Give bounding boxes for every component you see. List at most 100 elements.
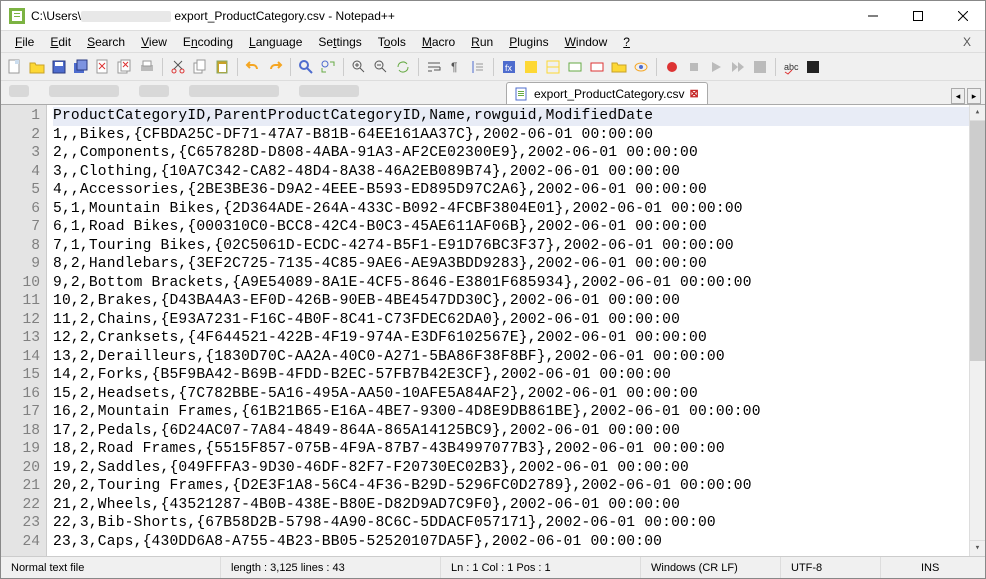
scroll-thumb[interactable] (970, 121, 985, 361)
code-line[interactable]: 22,3,Bib-Shorts,{67B58D2B-5798-4A90-8C6C… (53, 514, 969, 533)
tb-monitor-icon[interactable] (631, 57, 651, 77)
code-line[interactable]: 21,2,Wheels,{43521287-4B0B-438E-B80E-D82… (53, 496, 969, 515)
tb-comment-icon[interactable] (565, 57, 585, 77)
line-gutter: 123456789101112131415161718192021222324 (1, 105, 47, 556)
close-button[interactable] (940, 1, 985, 30)
status-syntax: Normal text file (1, 557, 221, 578)
code-line[interactable]: 14,2,Forks,{B5F9BA42-B69B-4FDD-B2EC-57FB… (53, 366, 969, 385)
status-encoding[interactable]: UTF-8 (781, 557, 881, 578)
menu-plugins[interactable]: Plugins (501, 33, 556, 51)
code-line[interactable]: 18,2,Road Frames,{5515F857-075B-4F9A-87B… (53, 440, 969, 459)
tb-cut-icon[interactable] (168, 57, 188, 77)
scroll-up-icon[interactable]: ▴ (970, 105, 985, 121)
tb-record-icon[interactable] (662, 57, 682, 77)
tb-play-icon[interactable] (706, 57, 726, 77)
code-line[interactable]: ProductCategoryID,ParentProductCategoryI… (53, 107, 969, 126)
code-line[interactable]: 13,2,Derailleurs,{1830D70C-AA2A-40C0-A27… (53, 348, 969, 367)
code-line[interactable]: 10,2,Brakes,{D43BA4A3-EF0D-426B-90EB-4BE… (53, 292, 969, 311)
code-line[interactable]: 15,2,Headsets,{7C782BBE-5A16-495A-AA50-1… (53, 385, 969, 404)
menu-view[interactable]: View (133, 33, 175, 51)
code-line[interactable]: 19,2,Saddles,{049FFFA3-9D30-46DF-82F7-F2… (53, 459, 969, 478)
tabbar: export_ProductCategory.csv ⊠ ◂ ▸ (1, 81, 985, 105)
menu-macro[interactable]: Macro (414, 33, 463, 51)
menu-file[interactable]: File (7, 33, 42, 51)
tb-lang-icon[interactable]: fx (499, 57, 519, 77)
status-eol[interactable]: Windows (CR LF) (641, 557, 781, 578)
menu-encoding[interactable]: Encoding (175, 33, 241, 51)
minimize-button[interactable] (850, 1, 895, 30)
code-line[interactable]: 7,1,Touring Bikes,{02C5061D-ECDC-4274-B5… (53, 237, 969, 256)
tb-replace-icon[interactable] (318, 57, 338, 77)
vertical-scrollbar[interactable]: ▴ ▾ (969, 105, 985, 556)
menu-settings[interactable]: Settings (310, 33, 369, 51)
scroll-down-icon[interactable]: ▾ (970, 540, 985, 556)
tb-dark-icon[interactable] (803, 57, 823, 77)
code-line[interactable]: 4,,Accessories,{2BE3BE36-D9A2-4EEE-B593-… (53, 181, 969, 200)
tb-open-icon[interactable] (27, 57, 47, 77)
tb-new-icon[interactable] (5, 57, 25, 77)
code-line[interactable]: 17,2,Pedals,{6D24AC07-7A84-4849-864A-865… (53, 422, 969, 441)
code-line[interactable]: 23,3,Caps,{430DD6A8-A755-4B23-BB05-52520… (53, 533, 969, 552)
code-line[interactable]: 9,2,Bottom Brackets,{A9E54089-8A1E-4CF5-… (53, 274, 969, 293)
code-line[interactable]: 12,2,Cranksets,{4F644521-422B-4F19-974A-… (53, 329, 969, 348)
menu-run[interactable]: Run (463, 33, 501, 51)
redacted-path (81, 11, 171, 22)
tb-playmulti-icon[interactable] (728, 57, 748, 77)
maximize-button[interactable] (895, 1, 940, 30)
code-line[interactable]: 2,,Components,{C657828D-D808-4ABA-91A3-A… (53, 144, 969, 163)
hidden-tabs (9, 85, 359, 97)
status-mode[interactable]: INS (881, 557, 985, 578)
menu-edit[interactable]: Edit (42, 33, 79, 51)
tb-folder-icon[interactable] (609, 57, 629, 77)
tb-paste-icon[interactable] (212, 57, 232, 77)
tb-zoomin-icon[interactable] (349, 57, 369, 77)
tb-save-icon[interactable] (49, 57, 69, 77)
tab-scroll-right[interactable]: ▸ (967, 88, 981, 104)
tb-close-icon[interactable] (93, 57, 113, 77)
tab-active[interactable]: export_ProductCategory.csv ⊠ (506, 82, 708, 104)
tb-wrap-icon[interactable] (424, 57, 444, 77)
menu-tools[interactable]: Tools (370, 33, 414, 51)
tb-undo-icon[interactable] (243, 57, 263, 77)
code-line[interactable]: 16,2,Mountain Frames,{61B21B65-E16A-4BE7… (53, 403, 969, 422)
editor[interactable]: 123456789101112131415161718192021222324 … (1, 105, 985, 556)
tb-uncomment-icon[interactable] (587, 57, 607, 77)
svg-text:fx: fx (505, 63, 513, 73)
svg-text:¶: ¶ (451, 60, 457, 74)
menubar: File Edit Search View Encoding Language … (1, 31, 985, 53)
tb-copy-icon[interactable] (190, 57, 210, 77)
tb-fold-icon[interactable] (521, 57, 541, 77)
titlebar: C:\Users\ export_ProductCategory.csv - N… (1, 1, 985, 31)
menu-search[interactable]: Search (79, 33, 133, 51)
code-line[interactable]: 20,2,Touring Frames,{D2E3F1A8-56C4-4F36-… (53, 477, 969, 496)
tab-scroll-left[interactable]: ◂ (951, 88, 965, 104)
tb-closeall-icon[interactable] (115, 57, 135, 77)
tb-unfold-icon[interactable] (543, 57, 563, 77)
code-line[interactable]: 6,1,Road Bikes,{000310C0-BCC8-42C4-B0C3-… (53, 218, 969, 237)
code-line[interactable]: 11,2,Chains,{E93A7231-F16C-4B0F-8C41-C73… (53, 311, 969, 330)
menu-help[interactable]: ? (615, 33, 638, 51)
tab-close-icon[interactable]: ⊠ (690, 87, 699, 100)
code-line[interactable]: 5,1,Mountain Bikes,{2D364ADE-264A-433C-B… (53, 200, 969, 219)
tb-sync-icon[interactable] (393, 57, 413, 77)
status-length: length : 3,125 lines : 43 (221, 557, 441, 578)
tb-showall-icon[interactable]: ¶ (446, 57, 466, 77)
code-line[interactable]: 3,,Clothing,{10A7C342-CA82-48D4-8A38-46A… (53, 163, 969, 182)
menu-language[interactable]: Language (241, 33, 310, 51)
code-line[interactable]: 1,,Bikes,{CFBDA25C-DF71-47A7-B81B-64EE16… (53, 126, 969, 145)
code-line[interactable]: 8,2,Handlebars,{3EF2C725-7135-4C85-9AE6-… (53, 255, 969, 274)
tb-print-icon[interactable] (137, 57, 157, 77)
tb-saveall-icon[interactable] (71, 57, 91, 77)
code-area[interactable]: ProductCategoryID,ParentProductCategoryI… (47, 105, 969, 556)
tb-zoomout-icon[interactable] (371, 57, 391, 77)
tb-redo-icon[interactable] (265, 57, 285, 77)
menu-window[interactable]: Window (557, 33, 616, 51)
tb-indent-icon[interactable] (468, 57, 488, 77)
app-icon (9, 8, 25, 24)
tb-spell-icon[interactable]: abc (781, 57, 801, 77)
tb-stop-icon[interactable] (684, 57, 704, 77)
menubar-close-x[interactable]: X (955, 33, 979, 51)
tb-find-icon[interactable] (296, 57, 316, 77)
window-title: C:\Users\ export_ProductCategory.csv - N… (31, 9, 850, 23)
tb-macrosave-icon[interactable] (750, 57, 770, 77)
